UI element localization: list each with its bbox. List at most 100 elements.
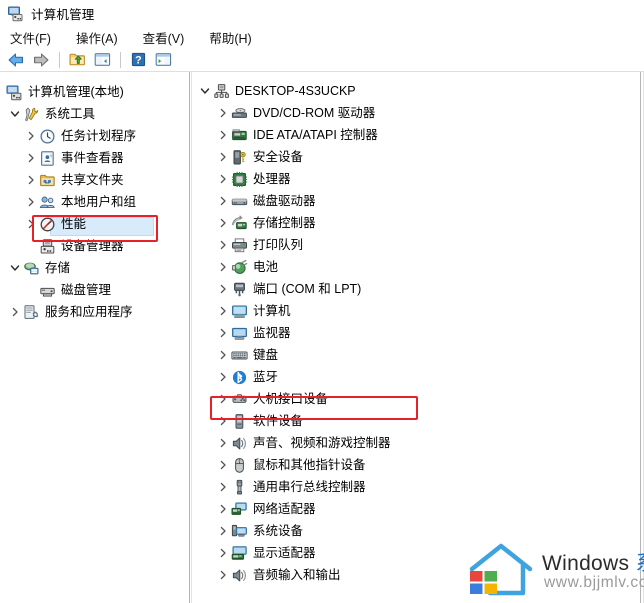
chevron-right-icon[interactable] bbox=[23, 169, 39, 191]
chevron-right-icon[interactable] bbox=[215, 102, 231, 124]
show-action-pane-button[interactable] bbox=[151, 49, 175, 71]
chevron-right-icon[interactable] bbox=[23, 147, 39, 169]
device-manager-tree-pane: DESKTOP-4S3UCKP DVD/CD-ROM 驱动器 IDE ATA/A… bbox=[193, 72, 640, 603]
toolbar-separator-1 bbox=[59, 51, 60, 68]
chevron-right-icon[interactable] bbox=[215, 190, 231, 212]
forward-button[interactable] bbox=[29, 49, 53, 71]
chevron-down-icon[interactable] bbox=[197, 80, 213, 102]
chevron-right-icon[interactable] bbox=[215, 278, 231, 300]
chevron-right-icon[interactable] bbox=[215, 124, 231, 146]
menu-help[interactable]: 帮助(H) bbox=[206, 26, 260, 49]
tree-item-label: 显示适配器 bbox=[253, 545, 316, 560]
tree-item-label: DESKTOP-4S3UCKP bbox=[235, 83, 356, 98]
pane-splitter[interactable] bbox=[189, 72, 192, 603]
menu-view[interactable]: 查看(V) bbox=[140, 26, 194, 49]
watermark-url: www.bjjmlv.com bbox=[544, 574, 644, 591]
sound-video-game-icon bbox=[231, 435, 248, 452]
folder-up-icon bbox=[69, 53, 85, 66]
menu-action[interactable]: 操作(A) bbox=[73, 26, 127, 49]
local-users-groups-icon bbox=[39, 194, 56, 211]
event-viewer-icon bbox=[39, 150, 56, 167]
tree-item-desktop-root[interactable]: DESKTOP-4S3UCKP bbox=[193, 80, 640, 102]
tree-item-disk-management[interactable]: 磁盘管理 bbox=[0, 279, 189, 301]
console-tree-pane: 计算机管理(本地) 系统工具 任务计划程序 事件查看器 共享文件夹 本地用户和组… bbox=[0, 72, 189, 603]
chevron-right-icon[interactable] bbox=[215, 542, 231, 564]
tree-item-local-users-groups[interactable]: 本地用户和组 bbox=[0, 191, 189, 213]
chevron-right-icon[interactable] bbox=[215, 256, 231, 278]
chevron-right-icon[interactable] bbox=[215, 520, 231, 542]
arrow-left-icon bbox=[8, 53, 23, 66]
tree-item-task-scheduler[interactable]: 任务计划程序 bbox=[0, 125, 189, 147]
battery-icon bbox=[231, 259, 248, 276]
chevron-right-icon[interactable] bbox=[215, 410, 231, 432]
chevron-right-icon[interactable] bbox=[23, 191, 39, 213]
tree-item-device-manager[interactable]: 设备管理器 bbox=[0, 235, 189, 257]
chevron-right-icon[interactable] bbox=[23, 213, 39, 235]
tree-item-dvd-cdrom-drives[interactable]: DVD/CD-ROM 驱动器 bbox=[193, 102, 640, 124]
tree-item-computer-management-root[interactable]: 计算机管理(本地) bbox=[0, 81, 189, 103]
tree-item-label: DVD/CD-ROM 驱动器 bbox=[253, 105, 376, 120]
chevron-right-icon[interactable] bbox=[215, 366, 231, 388]
chevron-down-icon[interactable] bbox=[7, 103, 23, 125]
chevron-right-icon[interactable] bbox=[215, 344, 231, 366]
system-tools-icon bbox=[23, 106, 40, 123]
chevron-right-icon[interactable] bbox=[215, 476, 231, 498]
chevron-right-icon[interactable] bbox=[215, 388, 231, 410]
tree-item-keyboards[interactable]: 键盘 bbox=[193, 344, 640, 366]
tree-item-disk-drives[interactable]: 磁盘驱动器 bbox=[193, 190, 640, 212]
tree-item-bluetooth[interactable]: 蓝牙 bbox=[193, 366, 640, 388]
show-hide-tree-button[interactable] bbox=[90, 49, 114, 71]
performance-icon bbox=[39, 216, 56, 233]
bluetooth-icon bbox=[231, 369, 248, 386]
chevron-right-icon[interactable] bbox=[215, 322, 231, 344]
tree-item-label: 处理器 bbox=[253, 171, 291, 186]
chevron-down-icon[interactable] bbox=[7, 257, 23, 279]
tree-item-label: 设备管理器 bbox=[61, 238, 124, 253]
chevron-right-icon[interactable] bbox=[215, 234, 231, 256]
chevron-right-icon[interactable] bbox=[215, 168, 231, 190]
tree-item-sound-video-game-controllers[interactable]: 声音、视频和游戏控制器 bbox=[193, 432, 640, 454]
tree-item-performance[interactable]: 性能 bbox=[0, 213, 189, 235]
help-button[interactable]: ? bbox=[126, 49, 150, 71]
tree-item-label: IDE ATA/ATAPI 控制器 bbox=[253, 127, 378, 142]
toolbar: ? bbox=[0, 48, 644, 72]
chevron-right-icon[interactable] bbox=[215, 498, 231, 520]
chevron-right-icon[interactable] bbox=[215, 146, 231, 168]
chevron-right-icon[interactable] bbox=[215, 564, 231, 586]
tree-item-storage-controllers[interactable]: 存储控制器 bbox=[193, 212, 640, 234]
tree-item-storage[interactable]: 存储 bbox=[0, 257, 189, 279]
up-folder-button[interactable] bbox=[65, 49, 89, 71]
chevron-right-icon[interactable] bbox=[215, 454, 231, 476]
tree-item-security-devices[interactable]: 安全设备 bbox=[193, 146, 640, 168]
chevron-right-icon[interactable] bbox=[215, 300, 231, 322]
chevron-right-icon[interactable] bbox=[215, 212, 231, 234]
tree-item-usb-controllers[interactable]: 通用串行总线控制器 bbox=[193, 476, 640, 498]
tree-item-hid-devices[interactable]: 人机接口设备 bbox=[193, 388, 640, 410]
chevron-right-icon[interactable] bbox=[215, 432, 231, 454]
tree-item-network-adapters[interactable]: 网络适配器 bbox=[193, 498, 640, 520]
tree-item-print-queues[interactable]: 打印队列 bbox=[193, 234, 640, 256]
tree-item-shared-folders[interactable]: 共享文件夹 bbox=[0, 169, 189, 191]
tree-item-processors[interactable]: 处理器 bbox=[193, 168, 640, 190]
back-button[interactable] bbox=[4, 49, 28, 71]
tree-item-computer[interactable]: 计算机 bbox=[193, 300, 640, 322]
tree-item-services-and-applications[interactable]: 服务和应用程序 bbox=[0, 301, 189, 323]
chevron-right-icon[interactable] bbox=[7, 301, 23, 323]
tree-item-system-devices[interactable]: 系统设备 bbox=[193, 520, 640, 542]
tree-item-batteries[interactable]: 电池 bbox=[193, 256, 640, 278]
tree-item-mice-pointing-devices[interactable]: 鼠标和其他指针设备 bbox=[193, 454, 640, 476]
tree-item-monitors[interactable]: 监视器 bbox=[193, 322, 640, 344]
tree-item-ide-controllers[interactable]: IDE ATA/ATAPI 控制器 bbox=[193, 124, 640, 146]
chevron-right-icon[interactable] bbox=[23, 125, 39, 147]
tree-item-ports[interactable]: 端口 (COM 和 LPT) bbox=[193, 278, 640, 300]
menu-file[interactable]: 文件(F) bbox=[7, 26, 60, 49]
tree-item-label: 键盘 bbox=[253, 347, 279, 362]
tree-item-software-devices[interactable]: 软件设备 bbox=[193, 410, 640, 432]
computer-management-icon bbox=[7, 5, 24, 22]
services-apps-icon bbox=[23, 304, 40, 321]
window-title: 计算机管理 bbox=[31, 7, 95, 22]
computer-management-icon bbox=[6, 84, 23, 101]
tree-item-label: 音频输入和输出 bbox=[253, 567, 341, 582]
tree-item-event-viewer[interactable]: 事件查看器 bbox=[0, 147, 189, 169]
tree-item-system-tools[interactable]: 系统工具 bbox=[0, 103, 189, 125]
